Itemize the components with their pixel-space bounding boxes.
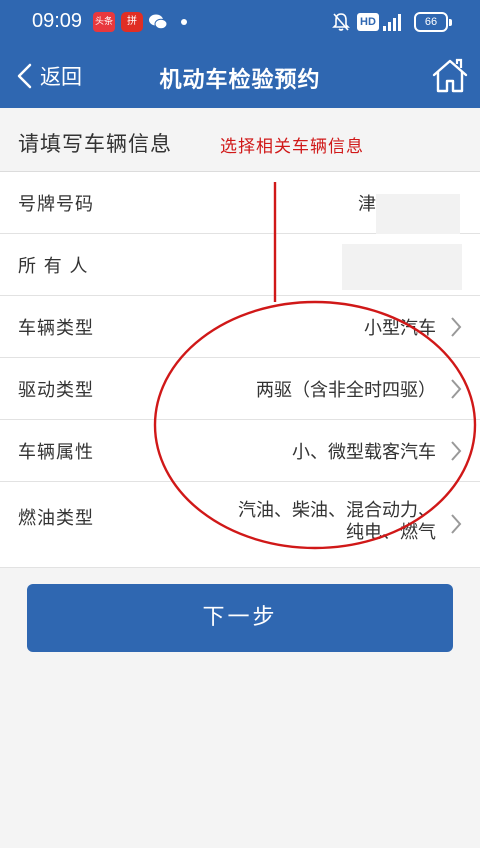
plate-number-value: 津 xyxy=(358,194,376,215)
redaction-mask xyxy=(376,194,460,234)
drive-type-row[interactable]: 驱动类型 两驱（含非全时四驱） xyxy=(0,358,480,420)
drive-type-label: 驱动类型 xyxy=(18,380,94,401)
vehicle-attribute-value: 小、微型载客汽车 xyxy=(292,442,436,463)
vehicle-type-row[interactable]: 车辆类型 小型汽车 xyxy=(0,296,480,358)
vehicle-info-list: 号牌号码 津 所 有 人 车辆类型 小型汽车 驱动类型 两驱（含非全时四驱） 车… xyxy=(0,172,480,568)
home-icon[interactable] xyxy=(430,56,470,96)
redaction-mask xyxy=(342,244,462,290)
wechat-icon xyxy=(149,14,168,30)
notification-dot-icon xyxy=(181,19,187,25)
plate-number-label: 号牌号码 xyxy=(18,194,94,215)
fuel-type-row[interactable]: 燃油类型 汽油、柴油、混合动力、纯电、燃气 xyxy=(0,482,480,568)
chevron-right-icon xyxy=(451,514,462,534)
status-time: 09:09 xyxy=(32,10,83,32)
owner-row: 所 有 人 xyxy=(0,234,480,296)
pinduoduo-app-icon: 拼 xyxy=(121,12,143,32)
hd-badge: HD xyxy=(357,13,379,31)
chevron-right-icon xyxy=(451,379,462,399)
battery-indicator: 66 xyxy=(414,12,452,32)
vehicle-attribute-label: 车辆属性 xyxy=(18,442,94,463)
vehicle-type-label: 车辆类型 xyxy=(18,318,94,339)
fuel-type-label: 燃油类型 xyxy=(18,508,94,529)
vehicle-attribute-row[interactable]: 车辆属性 小、微型载客汽车 xyxy=(0,420,480,482)
signal-4g-icon xyxy=(383,14,401,31)
plate-number-row: 号牌号码 津 xyxy=(0,172,480,234)
page-title: 机动车检验预约 xyxy=(159,68,321,93)
toutiao-app-icon: 头条 xyxy=(93,12,115,32)
annotation-label: 选择相关车辆信息 xyxy=(220,137,364,157)
drive-type-value: 两驱（含非全时四驱） xyxy=(256,380,436,401)
nav-bar: 返回 机动车检验预约 xyxy=(0,44,480,108)
mute-bell-icon xyxy=(332,13,350,31)
chevron-right-icon xyxy=(451,317,462,337)
fuel-type-value: 汽油、柴油、混合动力、纯电、燃气 xyxy=(238,500,436,543)
status-bar: 09:09 头条 拼 HD 66 xyxy=(0,0,480,44)
next-step-button[interactable]: 下一步 xyxy=(27,584,453,652)
owner-label: 所 有 人 xyxy=(18,256,89,277)
vehicle-type-value: 小型汽车 xyxy=(364,318,436,339)
section-title: 请填写车辆信息 xyxy=(18,132,172,156)
chevron-right-icon xyxy=(451,441,462,461)
